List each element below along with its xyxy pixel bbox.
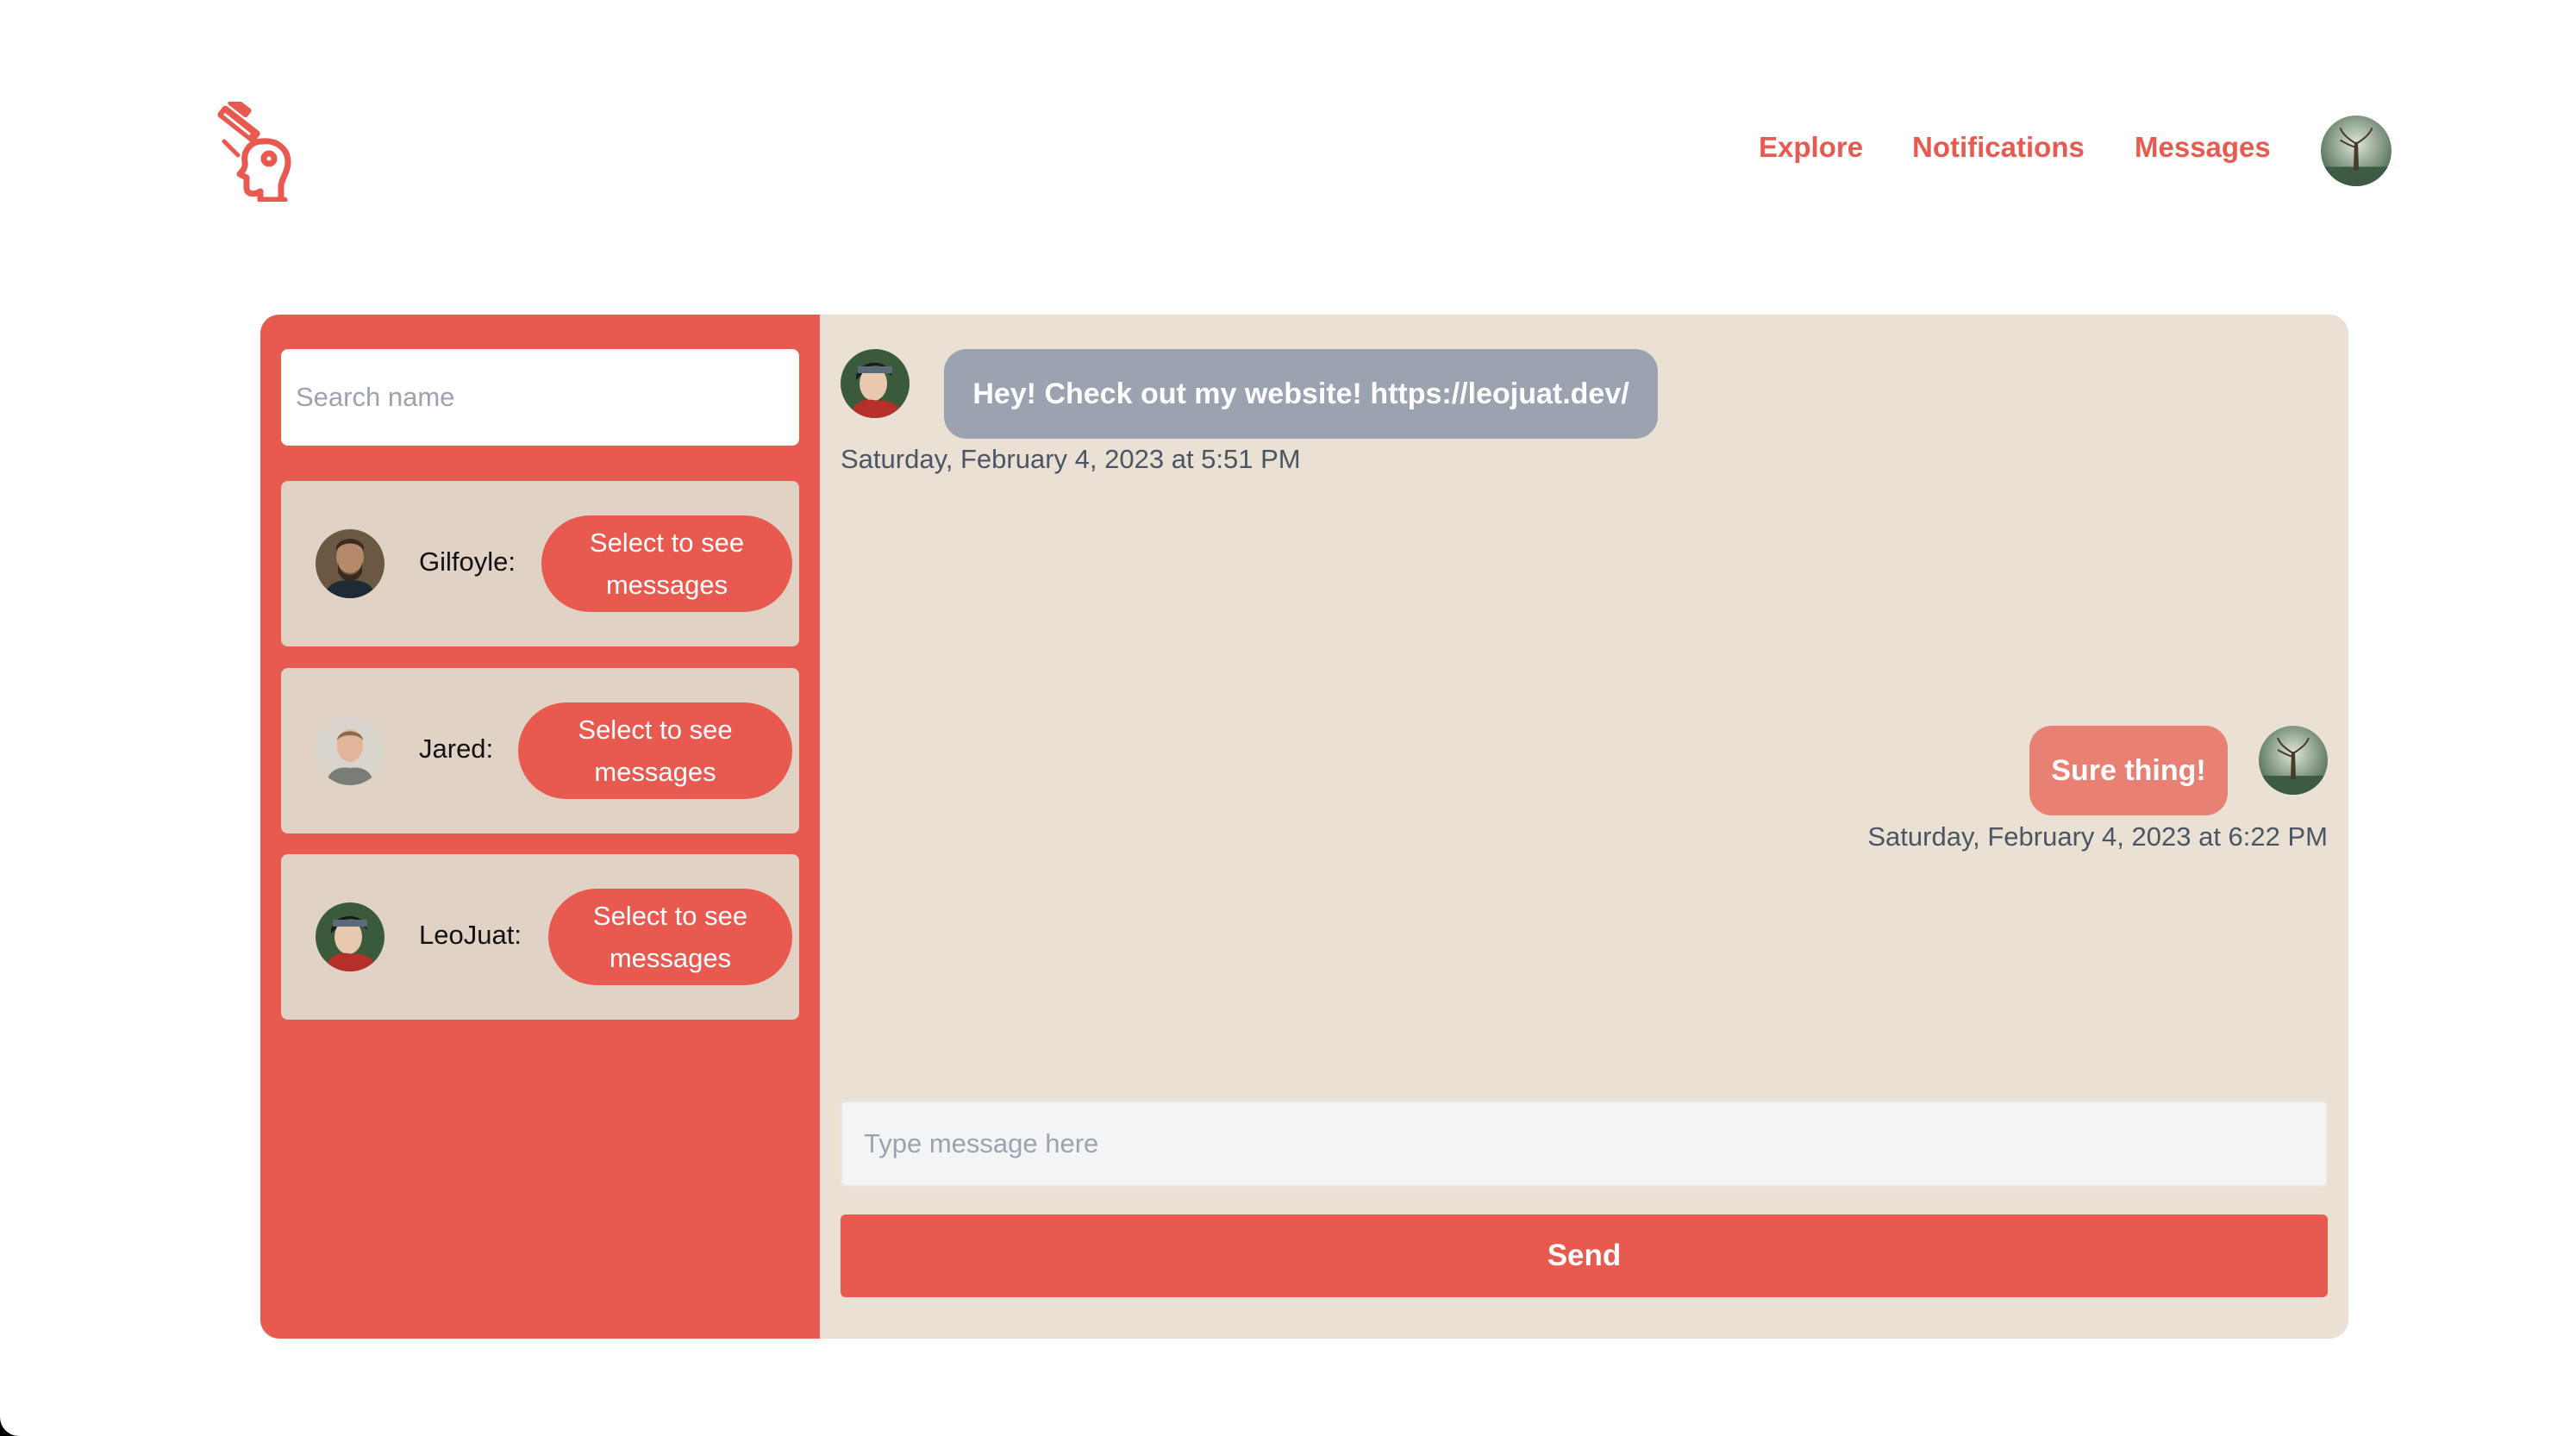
contact-name: Gilfoyle: <box>419 546 516 577</box>
send-button[interactable]: Send <box>841 1214 2328 1297</box>
button-line: messages <box>594 757 716 787</box>
nav-messages-link[interactable]: Messages <box>2135 131 2271 164</box>
sent-message-bubble: Sure thing! <box>2029 726 2228 815</box>
jared-avatar <box>316 716 385 785</box>
search-name-input[interactable] <box>281 349 799 446</box>
messages-panel: Gilfoyle: Select to see messages Jared: <box>260 315 2348 1339</box>
select-to-see-messages-button[interactable]: Select to see messages <box>541 515 792 612</box>
button-line: messages <box>605 570 728 600</box>
contact-name: Jared: <box>419 734 494 764</box>
message-timestamp: Saturday, February 4, 2023 at 6:22 PM <box>1867 821 2328 852</box>
contact-card-leojuat[interactable]: LeoJuat: Select to see messages <box>281 854 799 1020</box>
button-line: Select to see <box>592 901 748 931</box>
leojuat-avatar <box>841 349 910 418</box>
button-line: Select to see <box>589 528 745 558</box>
select-to-see-messages-button[interactable]: Select to see messages <box>518 702 792 799</box>
brain-head-logo-icon[interactable] <box>212 96 309 203</box>
contact-name: LeoJuat: <box>419 920 522 950</box>
user-avatar <box>2259 726 2328 795</box>
gilfoyle-avatar <box>316 529 385 598</box>
select-to-see-messages-button[interactable]: Select to see messages <box>548 889 792 985</box>
contacts-sidebar: Gilfoyle: Select to see messages Jared: <box>260 315 820 1339</box>
contact-card-gilfoyle[interactable]: Gilfoyle: Select to see messages <box>281 481 799 646</box>
received-message-bubble: Hey! Check out my website! https://leoju… <box>944 349 1658 439</box>
user-avatar[interactable] <box>2321 116 2392 186</box>
button-line: Select to see <box>578 715 733 745</box>
message-timestamp: Saturday, February 4, 2023 at 5:51 PM <box>841 444 1301 474</box>
contact-card-jared[interactable]: Jared: Select to see messages <box>281 668 799 834</box>
page: Explore Notifications Messages Search na… <box>0 0 2576 1436</box>
leojuat-avatar <box>316 902 385 971</box>
nav-explore-link[interactable]: Explore <box>1759 131 1863 164</box>
nav-notifications-link[interactable]: Notifications <box>1912 131 2085 164</box>
button-line: messages <box>609 943 732 973</box>
message-input[interactable] <box>841 1101 2328 1187</box>
